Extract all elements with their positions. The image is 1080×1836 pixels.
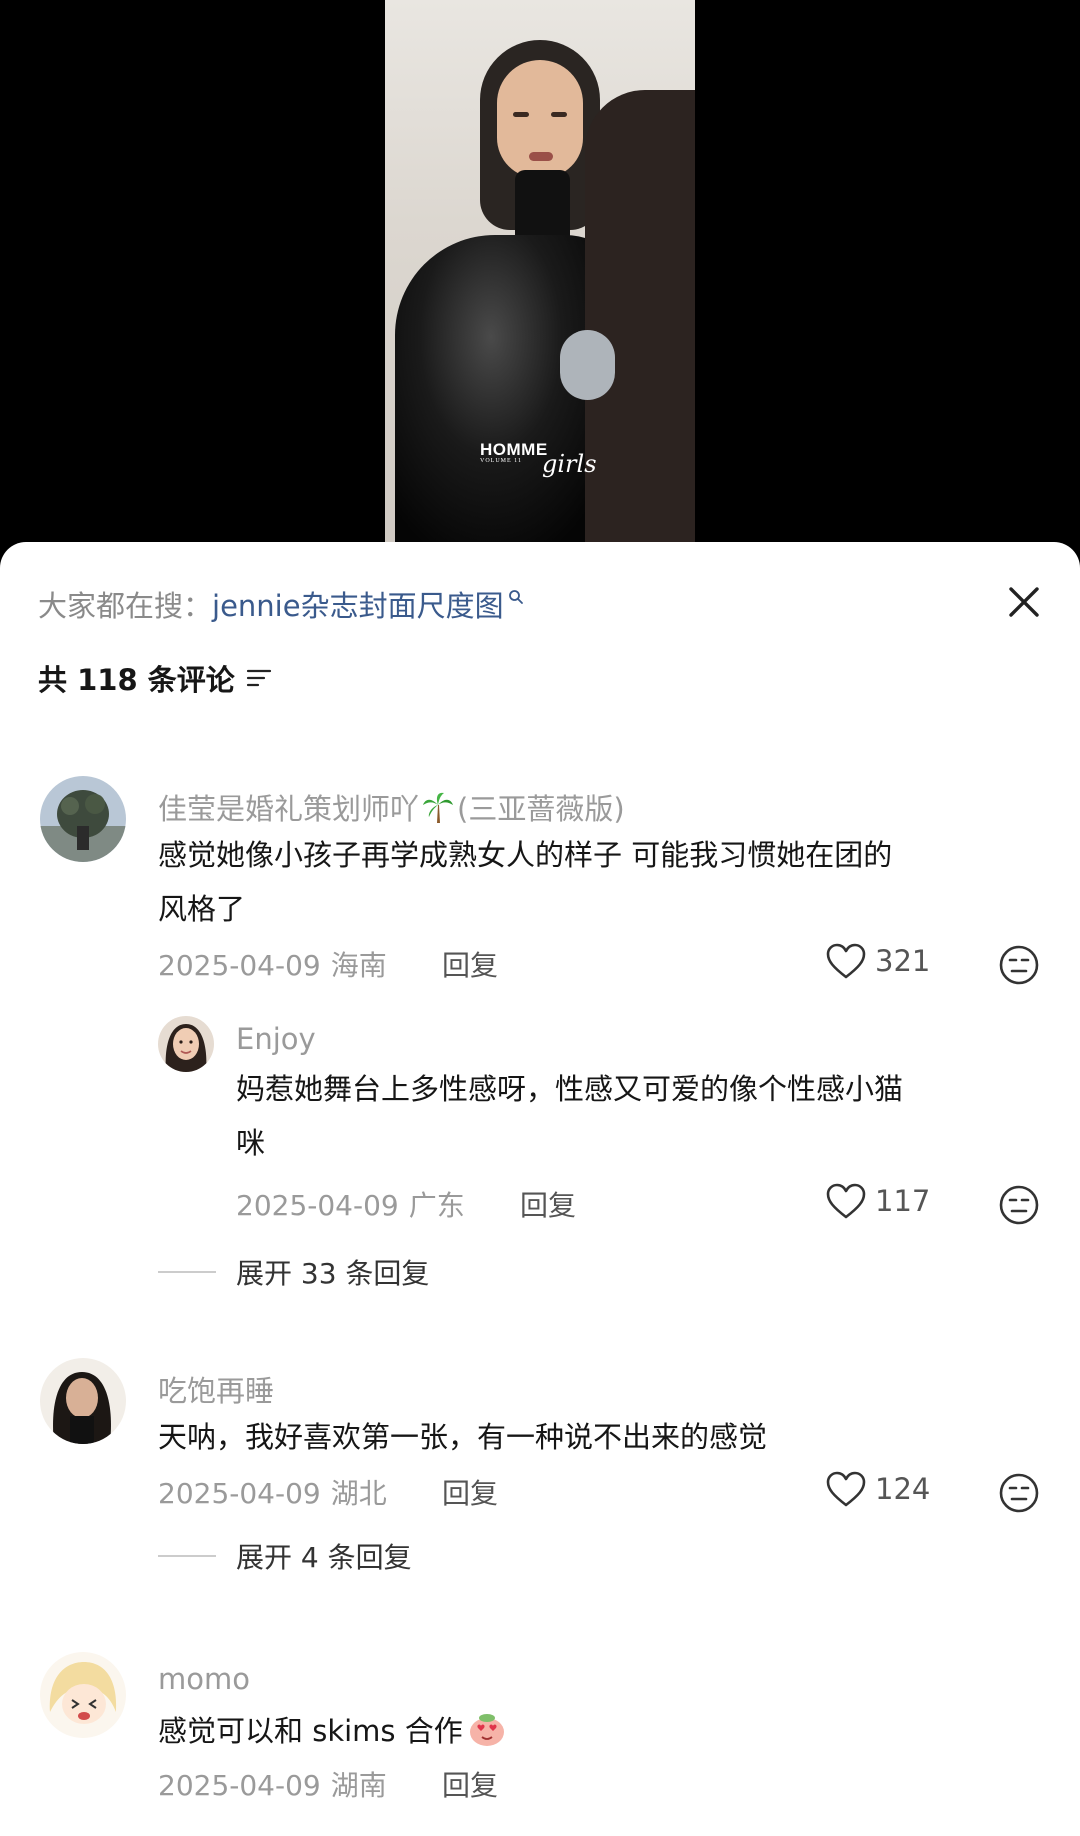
video-subject-eye [513, 112, 529, 117]
search-icon[interactable] [508, 589, 524, 605]
avatar[interactable] [158, 1016, 214, 1072]
comment-count: 共 118 条评论 [38, 663, 235, 697]
reply-meta: 2025-04-09 广东 [236, 1184, 465, 1224]
comment-count-header: 共 118 条评论 [38, 657, 273, 699]
meh-face-icon[interactable] [998, 1472, 1040, 1514]
expand-replies-button[interactable]: 展开 33 条回复 [158, 1252, 429, 1292]
video-subject-eye [551, 112, 567, 117]
reply-button[interactable]: 回复 [442, 944, 498, 984]
comment-meta: 2025-04-09 海南 [158, 944, 387, 984]
like-count: 321 [875, 944, 931, 978]
trending-search-prefix: 大家都在搜： [38, 589, 213, 623]
comment-date: 2025-04-09 [158, 1769, 321, 1802]
comment-location: 湖北 [330, 1477, 387, 1510]
heart-outline-icon [826, 943, 866, 979]
palm-tree-icon [423, 792, 454, 823]
like-count: 117 [875, 1184, 931, 1218]
comment-text: 天呐，我好喜欢第一张，有一种说不出来的感觉 [158, 1420, 768, 1454]
reply-date: 2025-04-09 [236, 1189, 399, 1222]
like-count: 124 [875, 1472, 931, 1506]
comments-sheet: 大家都在搜： jennie杂志封面尺度图 共 118 条评论 佳莹是婚礼策划师吖… [0, 542, 1080, 1836]
watermark-script: girls [542, 450, 597, 478]
reply-text: 妈惹她舞台上多性感呀，性感又可爱的像个性感小猫 咪 [236, 1072, 904, 1160]
comment-author[interactable]: 吃饱再睡 [158, 1368, 274, 1410]
comment-date: 2025-04-09 [158, 1477, 321, 1510]
video-player[interactable]: HOMME VOLUME 11 girls [0, 0, 1080, 560]
comment-location: 海南 [330, 949, 387, 982]
reply-author[interactable]: Enjoy [236, 1022, 316, 1056]
comment-author[interactable]: momo [158, 1662, 250, 1696]
comment-meta: 2025-04-09 湖南 [158, 1764, 387, 1804]
heart-outline-icon [826, 1471, 866, 1507]
video-frame[interactable]: HOMME VOLUME 11 girls [385, 0, 695, 560]
avatar[interactable] [40, 1652, 126, 1738]
like-button[interactable]: 117 [825, 1182, 930, 1220]
avatar[interactable] [40, 1358, 126, 1444]
close-icon[interactable] [1004, 582, 1044, 622]
reply-button[interactable]: 回复 [520, 1184, 576, 1224]
like-button[interactable]: 124 [825, 1470, 930, 1508]
like-button[interactable]: 321 [825, 942, 930, 980]
comment-meta: 2025-04-09 湖北 [158, 1472, 387, 1512]
trending-search[interactable]: 大家都在搜： jennie杂志封面尺度图 [38, 584, 524, 624]
meh-face-icon[interactable] [998, 944, 1040, 986]
divider [158, 1555, 216, 1557]
expand-replies-button[interactable]: 展开 4 条回复 [158, 1536, 412, 1576]
comment-date: 2025-04-09 [158, 949, 321, 982]
reply-button[interactable]: 回复 [442, 1472, 498, 1512]
comment-text: 感觉她像小孩子再学成熟女人的样子 可能我习惯她在团的 风格了 [158, 838, 893, 926]
avatar[interactable] [40, 776, 126, 862]
reply-button[interactable]: 回复 [442, 1764, 498, 1804]
trending-search-link[interactable]: jennie杂志封面尺度图 [212, 583, 504, 625]
watermark-brand: HOMME [480, 440, 548, 459]
meh-face-icon[interactable] [998, 1184, 1040, 1226]
heart-eyes-emoji-icon [469, 1714, 504, 1746]
filter-icon[interactable] [245, 667, 273, 689]
comment-text: 感觉可以和 skims 合作 [158, 1704, 1048, 1758]
video-stylist-glove [560, 330, 615, 400]
heart-outline-icon [826, 1183, 866, 1219]
divider [158, 1271, 216, 1273]
video-subject-lips [529, 152, 553, 161]
comment-location: 湖南 [330, 1769, 387, 1802]
reply-location: 广东 [408, 1189, 465, 1222]
comment-author[interactable]: 佳莹是婚礼策划师吖 (三亚蔷薇版) [158, 786, 625, 828]
video-stylist [585, 90, 695, 560]
magazine-watermark: HOMME VOLUME 11 girls [480, 440, 597, 478]
